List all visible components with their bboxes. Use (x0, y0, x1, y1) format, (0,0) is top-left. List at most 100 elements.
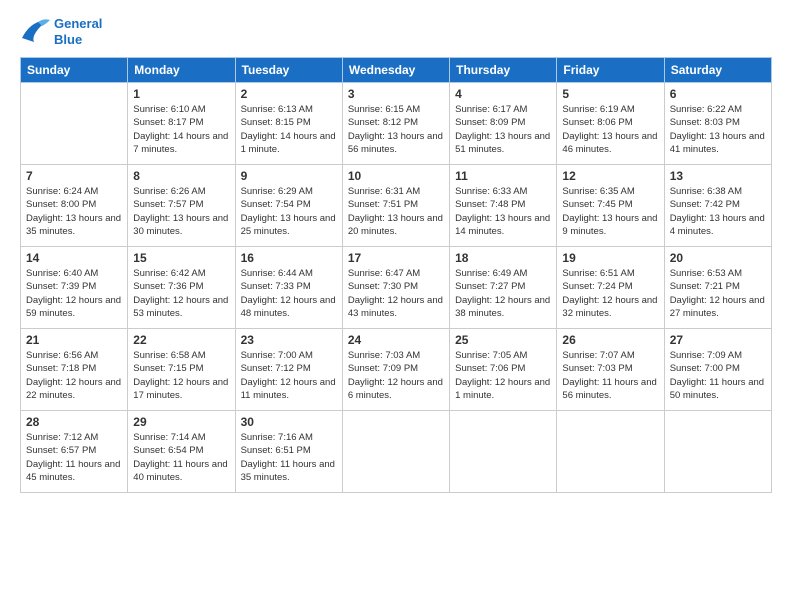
calendar: SundayMondayTuesdayWednesdayThursdayFrid… (20, 57, 772, 493)
weekday-header-tuesday: Tuesday (235, 58, 342, 83)
calendar-cell: 19 Sunrise: 6:51 AMSunset: 7:24 PMDayligh… (557, 247, 664, 329)
calendar-cell: 12Sunrise: 6:35 AMSunset: 7:45 PMDayligh… (557, 165, 664, 247)
calendar-cell (557, 411, 664, 493)
day-info: Sunrise: 7:12 AMSunset: 6:57 PMDaylight:… (26, 431, 122, 484)
day-number: 5 (562, 87, 658, 101)
day-info: Sunrise: 7:09 AMSunset: 7:00 PMDaylight:… (670, 349, 766, 402)
calendar-cell: 21 Sunrise: 6:56 AMSunset: 7:18 PMDayligh… (21, 329, 128, 411)
weekday-header-saturday: Saturday (664, 58, 771, 83)
day-info: Sunrise: 6:33 AMSunset: 7:48 PMDaylight:… (455, 185, 551, 238)
calendar-cell (664, 411, 771, 493)
calendar-cell: 7 Sunrise: 6:24 AMSunset: 8:00 PMDaylight… (21, 165, 128, 247)
day-number: 27 (670, 333, 766, 347)
calendar-cell: 6 Sunrise: 6:22 AMSunset: 8:03 PMDaylight… (664, 83, 771, 165)
calendar-cell: 27 Sunrise: 7:09 AMSunset: 7:00 PMDayligh… (664, 329, 771, 411)
calendar-cell: 10Sunrise: 6:31 AMSunset: 7:51 PMDayligh… (342, 165, 449, 247)
weekday-header-sunday: Sunday (21, 58, 128, 83)
calendar-cell: 26 Sunrise: 7:07 AMSunset: 7:03 PMDayligh… (557, 329, 664, 411)
day-number: 21 (26, 333, 122, 347)
day-info: Sunrise: 6:51 AMSunset: 7:24 PMDaylight:… (562, 267, 658, 320)
calendar-cell: 20 Sunrise: 6:53 AMSunset: 7:21 PMDayligh… (664, 247, 771, 329)
calendar-cell: 29 Sunrise: 7:14 AMSunset: 6:54 PMDayligh… (128, 411, 235, 493)
logo: General Blue (20, 16, 102, 47)
day-number: 26 (562, 333, 658, 347)
calendar-cell (342, 411, 449, 493)
day-info: Sunrise: 6:22 AMSunset: 8:03 PMDaylight:… (670, 103, 766, 156)
calendar-cell: 23Sunrise: 7:00 AMSunset: 7:12 PMDayligh… (235, 329, 342, 411)
day-number: 18 (455, 251, 551, 265)
day-info: Sunrise: 6:26 AMSunset: 7:57 PMDaylight:… (133, 185, 229, 238)
day-info: Sunrise: 6:31 AMSunset: 7:51 PMDaylight:… (348, 185, 444, 238)
day-info: Sunrise: 6:56 AMSunset: 7:18 PMDaylight:… (26, 349, 122, 402)
calendar-week-4: 28 Sunrise: 7:12 AMSunset: 6:57 PMDayligh… (21, 411, 772, 493)
weekday-header-monday: Monday (128, 58, 235, 83)
weekday-header-wednesday: Wednesday (342, 58, 449, 83)
day-info: Sunrise: 6:24 AMSunset: 8:00 PMDaylight:… (26, 185, 122, 238)
day-number: 11 (455, 169, 551, 183)
day-info: Sunrise: 7:07 AMSunset: 7:03 PMDaylight:… (562, 349, 658, 402)
day-info: Sunrise: 6:17 AMSunset: 8:09 PMDaylight:… (455, 103, 551, 156)
calendar-cell: 1 Sunrise: 6:10 AMSunset: 8:17 PMDaylight… (128, 83, 235, 165)
calendar-cell: 16 Sunrise: 6:44 AMSunset: 7:33 PMDayligh… (235, 247, 342, 329)
day-number: 23 (241, 333, 337, 347)
day-info: Sunrise: 6:42 AMSunset: 7:36 PMDaylight:… (133, 267, 229, 320)
calendar-cell: 22Sunrise: 6:58 AMSunset: 7:15 PMDayligh… (128, 329, 235, 411)
calendar-cell: 9Sunrise: 6:29 AMSunset: 7:54 PMDaylight… (235, 165, 342, 247)
day-number: 7 (26, 169, 122, 183)
page: General Blue SundayMondayTuesdayWednesda… (0, 0, 792, 612)
logo-icon (20, 18, 50, 46)
day-info: Sunrise: 6:10 AMSunset: 8:17 PMDaylight:… (133, 103, 229, 156)
day-number: 15 (133, 251, 229, 265)
day-number: 6 (670, 87, 766, 101)
header: General Blue (20, 16, 772, 47)
calendar-cell (21, 83, 128, 165)
day-number: 22 (133, 333, 229, 347)
logo-line1: General (54, 16, 102, 32)
calendar-cell: 14Sunrise: 6:40 AMSunset: 7:39 PMDayligh… (21, 247, 128, 329)
calendar-cell: 18Sunrise: 6:49 AMSunset: 7:27 PMDayligh… (450, 247, 557, 329)
calendar-week-2: 14Sunrise: 6:40 AMSunset: 7:39 PMDayligh… (21, 247, 772, 329)
day-number: 9 (241, 169, 337, 183)
calendar-cell (450, 411, 557, 493)
weekday-header-thursday: Thursday (450, 58, 557, 83)
calendar-cell: 25Sunrise: 7:05 AMSunset: 7:06 PMDayligh… (450, 329, 557, 411)
day-number: 16 (241, 251, 337, 265)
calendar-week-3: 21 Sunrise: 6:56 AMSunset: 7:18 PMDayligh… (21, 329, 772, 411)
calendar-cell: 4 Sunrise: 6:17 AMSunset: 8:09 PMDaylight… (450, 83, 557, 165)
calendar-cell: 28 Sunrise: 7:12 AMSunset: 6:57 PMDayligh… (21, 411, 128, 493)
logo-line2: Blue (54, 32, 102, 48)
weekday-header-row: SundayMondayTuesdayWednesdayThursdayFrid… (21, 58, 772, 83)
day-info: Sunrise: 7:14 AMSunset: 6:54 PMDaylight:… (133, 431, 229, 484)
day-info: Sunrise: 6:53 AMSunset: 7:21 PMDaylight:… (670, 267, 766, 320)
day-number: 19 (562, 251, 658, 265)
day-info: Sunrise: 7:05 AMSunset: 7:06 PMDaylight:… (455, 349, 551, 402)
calendar-cell: 8Sunrise: 6:26 AMSunset: 7:57 PMDaylight… (128, 165, 235, 247)
calendar-cell: 13 Sunrise: 6:38 AMSunset: 7:42 PMDayligh… (664, 165, 771, 247)
day-number: 4 (455, 87, 551, 101)
day-info: Sunrise: 6:40 AMSunset: 7:39 PMDaylight:… (26, 267, 122, 320)
day-info: Sunrise: 6:47 AMSunset: 7:30 PMDaylight:… (348, 267, 444, 320)
day-number: 24 (348, 333, 444, 347)
day-number: 20 (670, 251, 766, 265)
calendar-cell: 3Sunrise: 6:15 AMSunset: 8:12 PMDaylight… (342, 83, 449, 165)
day-number: 30 (241, 415, 337, 429)
calendar-week-0: 1 Sunrise: 6:10 AMSunset: 8:17 PMDaylight… (21, 83, 772, 165)
day-info: Sunrise: 6:44 AMSunset: 7:33 PMDaylight:… (241, 267, 337, 320)
day-number: 13 (670, 169, 766, 183)
weekday-header-friday: Friday (557, 58, 664, 83)
day-info: Sunrise: 6:15 AMSunset: 8:12 PMDaylight:… (348, 103, 444, 156)
day-number: 29 (133, 415, 229, 429)
day-number: 2 (241, 87, 337, 101)
calendar-cell: 17 Sunrise: 6:47 AMSunset: 7:30 PMDayligh… (342, 247, 449, 329)
day-number: 1 (133, 87, 229, 101)
calendar-cell: 5Sunrise: 6:19 AMSunset: 8:06 PMDaylight… (557, 83, 664, 165)
day-info: Sunrise: 6:38 AMSunset: 7:42 PMDaylight:… (670, 185, 766, 238)
calendar-cell: 11 Sunrise: 6:33 AMSunset: 7:48 PMDayligh… (450, 165, 557, 247)
day-info: Sunrise: 6:13 AMSunset: 8:15 PMDaylight:… (241, 103, 337, 156)
day-number: 28 (26, 415, 122, 429)
day-number: 17 (348, 251, 444, 265)
calendar-cell: 15 Sunrise: 6:42 AMSunset: 7:36 PMDayligh… (128, 247, 235, 329)
day-info: Sunrise: 7:16 AMSunset: 6:51 PMDaylight:… (241, 431, 337, 484)
calendar-week-1: 7 Sunrise: 6:24 AMSunset: 8:00 PMDaylight… (21, 165, 772, 247)
calendar-cell: 30 Sunrise: 7:16 AMSunset: 6:51 PMDayligh… (235, 411, 342, 493)
